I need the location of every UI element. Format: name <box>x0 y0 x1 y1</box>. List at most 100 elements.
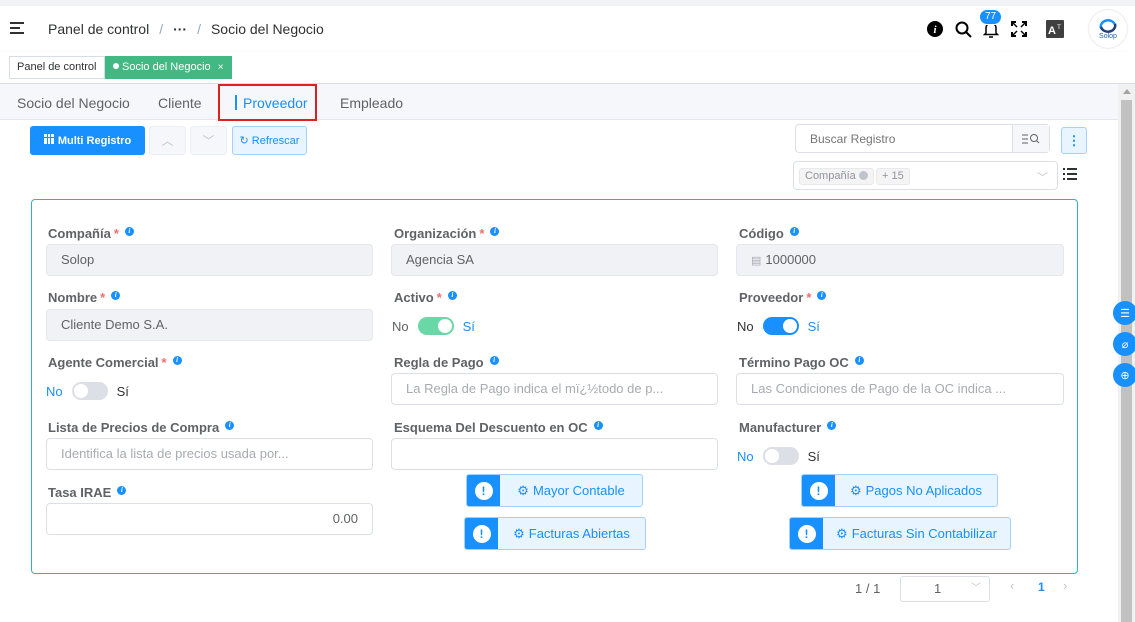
alert-icon: ! <box>465 518 498 549</box>
multi-record-button[interactable]: Multi Registro <box>30 126 145 155</box>
tag-close-icon[interactable]: × <box>218 62 224 73</box>
page-size-select[interactable]: 1 ﹀ <box>900 576 990 602</box>
more-options-button[interactable]: ⋮ <box>1061 127 1087 154</box>
breadcrumb-ellipsis[interactable]: ··· <box>173 21 187 37</box>
next-page-icon[interactable]: › <box>1063 578 1067 593</box>
organization-field: Agencia SA <box>391 244 718 276</box>
irae-rate-label: Tasa IRAE i <box>48 485 127 500</box>
filter-chip-company[interactable]: Compañía <box>799 168 874 185</box>
next-record-button[interactable]: ﹀ <box>190 126 227 155</box>
field-filter-select[interactable]: Compañía + 15 ﹀ <box>793 161 1058 190</box>
breadcrumb-dashboard[interactable]: Panel de control <box>48 21 149 37</box>
vendor-toggle[interactable] <box>762 317 799 335</box>
active-toggle[interactable] <box>417 317 454 335</box>
side-panel-list-icon[interactable]: ☰ <box>1113 301 1135 325</box>
search-input[interactable] <box>796 125 1006 152</box>
chevron-down-icon: ﹀ <box>202 134 215 148</box>
po-discount-schema-select[interactable] <box>391 438 718 470</box>
side-panel-attachment-icon[interactable]: ⌀ <box>1113 332 1135 356</box>
info-icon: i <box>489 356 499 365</box>
company-label: Compañía * i <box>48 226 134 241</box>
user-avatar-logo[interactable]: Solop <box>1089 10 1127 48</box>
po-price-list-select[interactable]: Identifica la lista de precios usada por… <box>46 438 373 470</box>
side-panel-zoom-icon[interactable]: ⊕ <box>1113 363 1135 387</box>
info-icon: i <box>854 356 864 365</box>
po-payment-term-select[interactable]: Las Condiciones de Pago de la OC indica … <box>736 373 1064 405</box>
payment-rule-select[interactable]: La Regla de Pago indica el mï¿½todo de p… <box>391 373 718 405</box>
menu-toggle-icon[interactable] <box>10 22 26 36</box>
vendor-switch-off-label: No <box>737 318 754 334</box>
info-icon[interactable]: i <box>923 17 947 41</box>
refresh-button[interactable]: ↻ Refrescar <box>232 126 307 155</box>
vendor-label: Proveedor * i <box>739 290 827 305</box>
info-icon: i <box>111 291 121 300</box>
tag-business-partner[interactable]: Socio del Negocio × <box>105 56 232 79</box>
alert-icon: ! <box>802 475 835 506</box>
page-select-value: 1 <box>934 581 942 596</box>
manufacturer-toggle[interactable] <box>762 447 799 465</box>
prev-page-icon[interactable]: ‹ <box>1010 578 1014 593</box>
manufacturer-switch-on-label: Sí <box>807 448 820 464</box>
notification-bell-icon[interactable]: 77 <box>979 9 1003 41</box>
general-ledger-label: Mayor Contable <box>532 482 625 498</box>
chevron-down-icon: ﹀ <box>1037 172 1048 184</box>
po-discount-schema-label: Esquema Del Descuento en OC i <box>394 420 603 435</box>
vendor-switch[interactable]: No Sí <box>737 317 820 335</box>
previous-record-button[interactable]: ︿ <box>149 126 186 155</box>
manufacturer-switch[interactable]: No Sí <box>737 447 820 465</box>
gear-icon: ⚙ <box>513 525 525 541</box>
page-number-current[interactable]: 1 <box>1038 580 1045 594</box>
tag-dashboard[interactable]: Panel de control <box>9 56 105 79</box>
unapplied-payments-button[interactable]: ! ⚙ Pagos No Aplicados <box>801 474 998 507</box>
chip-close-icon[interactable] <box>858 171 868 180</box>
payment-rule-label: Regla de Pago i <box>394 355 499 370</box>
sales-agent-switch-on-label: Sí <box>116 383 129 399</box>
sales-agent-toggle[interactable] <box>71 382 108 400</box>
sales-agent-label: Agente Comercial * i <box>48 355 182 370</box>
window-tabs: Socio del Negocio Cliente Proveedor Empl… <box>0 84 1118 120</box>
active-label: Activo * i <box>394 290 457 305</box>
search-icon[interactable] <box>951 17 975 41</box>
unposted-invoices-button[interactable]: ! ⚙ Facturas Sin Contabilizar <box>789 517 1011 550</box>
info-icon: i <box>789 227 799 236</box>
unposted-invoices-label: Facturas Sin Contabilizar <box>851 525 997 541</box>
top-navbar: Panel de control / ··· / Socio del Negoc… <box>0 0 1135 52</box>
fullscreen-icon[interactable] <box>1007 17 1031 41</box>
logo-text: Solop <box>1099 32 1117 40</box>
list-view-icon[interactable] <box>1063 167 1077 181</box>
tags-view-bar: Panel de control Socio del Negocio × <box>0 52 1135 84</box>
refresh-label: Refrescar <box>251 134 300 147</box>
name-label: Nombre * i <box>48 290 121 305</box>
sales-agent-switch[interactable]: No Sí <box>46 382 129 400</box>
tab-customer[interactable]: Cliente <box>158 84 202 120</box>
po-price-list-label: Lista de Precios de Compra i <box>48 420 235 435</box>
irae-rate-input[interactable]: 0.00 <box>46 503 373 535</box>
open-invoices-button[interactable]: ! ⚙ Facturas Abiertas <box>464 517 646 550</box>
tab-business-partner[interactable]: Socio del Negocio <box>17 84 130 120</box>
active-switch-on-label: Sí <box>462 318 475 334</box>
font-size-icon[interactable]: AT <box>1043 17 1067 41</box>
info-icon: i <box>490 227 500 236</box>
notification-badge: 77 <box>979 9 1003 25</box>
gear-icon: ⚙ <box>849 482 862 498</box>
unapplied-payments-label: Pagos No Aplicados <box>865 482 982 498</box>
multi-record-label: Multi Registro <box>57 134 132 147</box>
advanced-search-icon[interactable] <box>1012 125 1049 152</box>
record-search-box <box>795 124 1050 153</box>
name-field: Cliente Demo S.A. <box>46 309 373 341</box>
general-ledger-button[interactable]: ! ⚙ Mayor Contable <box>466 474 643 507</box>
active-switch[interactable]: No Sí <box>392 317 475 335</box>
refresh-icon: ↻ <box>239 135 249 147</box>
filter-chip-more: + 15 <box>876 168 910 185</box>
filter-chip-label: Compañía <box>805 170 856 182</box>
alert-icon: ! <box>790 518 823 549</box>
open-invoices-label: Facturas Abiertas <box>528 525 630 541</box>
info-icon: i <box>172 356 182 365</box>
chevron-up-icon: ︿ <box>161 134 174 148</box>
po-payment-term-label: Término Pago OC i <box>739 355 864 370</box>
organization-label: Organización * i <box>394 226 500 241</box>
alert-icon: ! <box>467 475 500 506</box>
info-icon: i <box>447 291 457 300</box>
code-value: 1000000 <box>765 252 817 267</box>
tab-employee[interactable]: Empleado <box>340 84 403 120</box>
